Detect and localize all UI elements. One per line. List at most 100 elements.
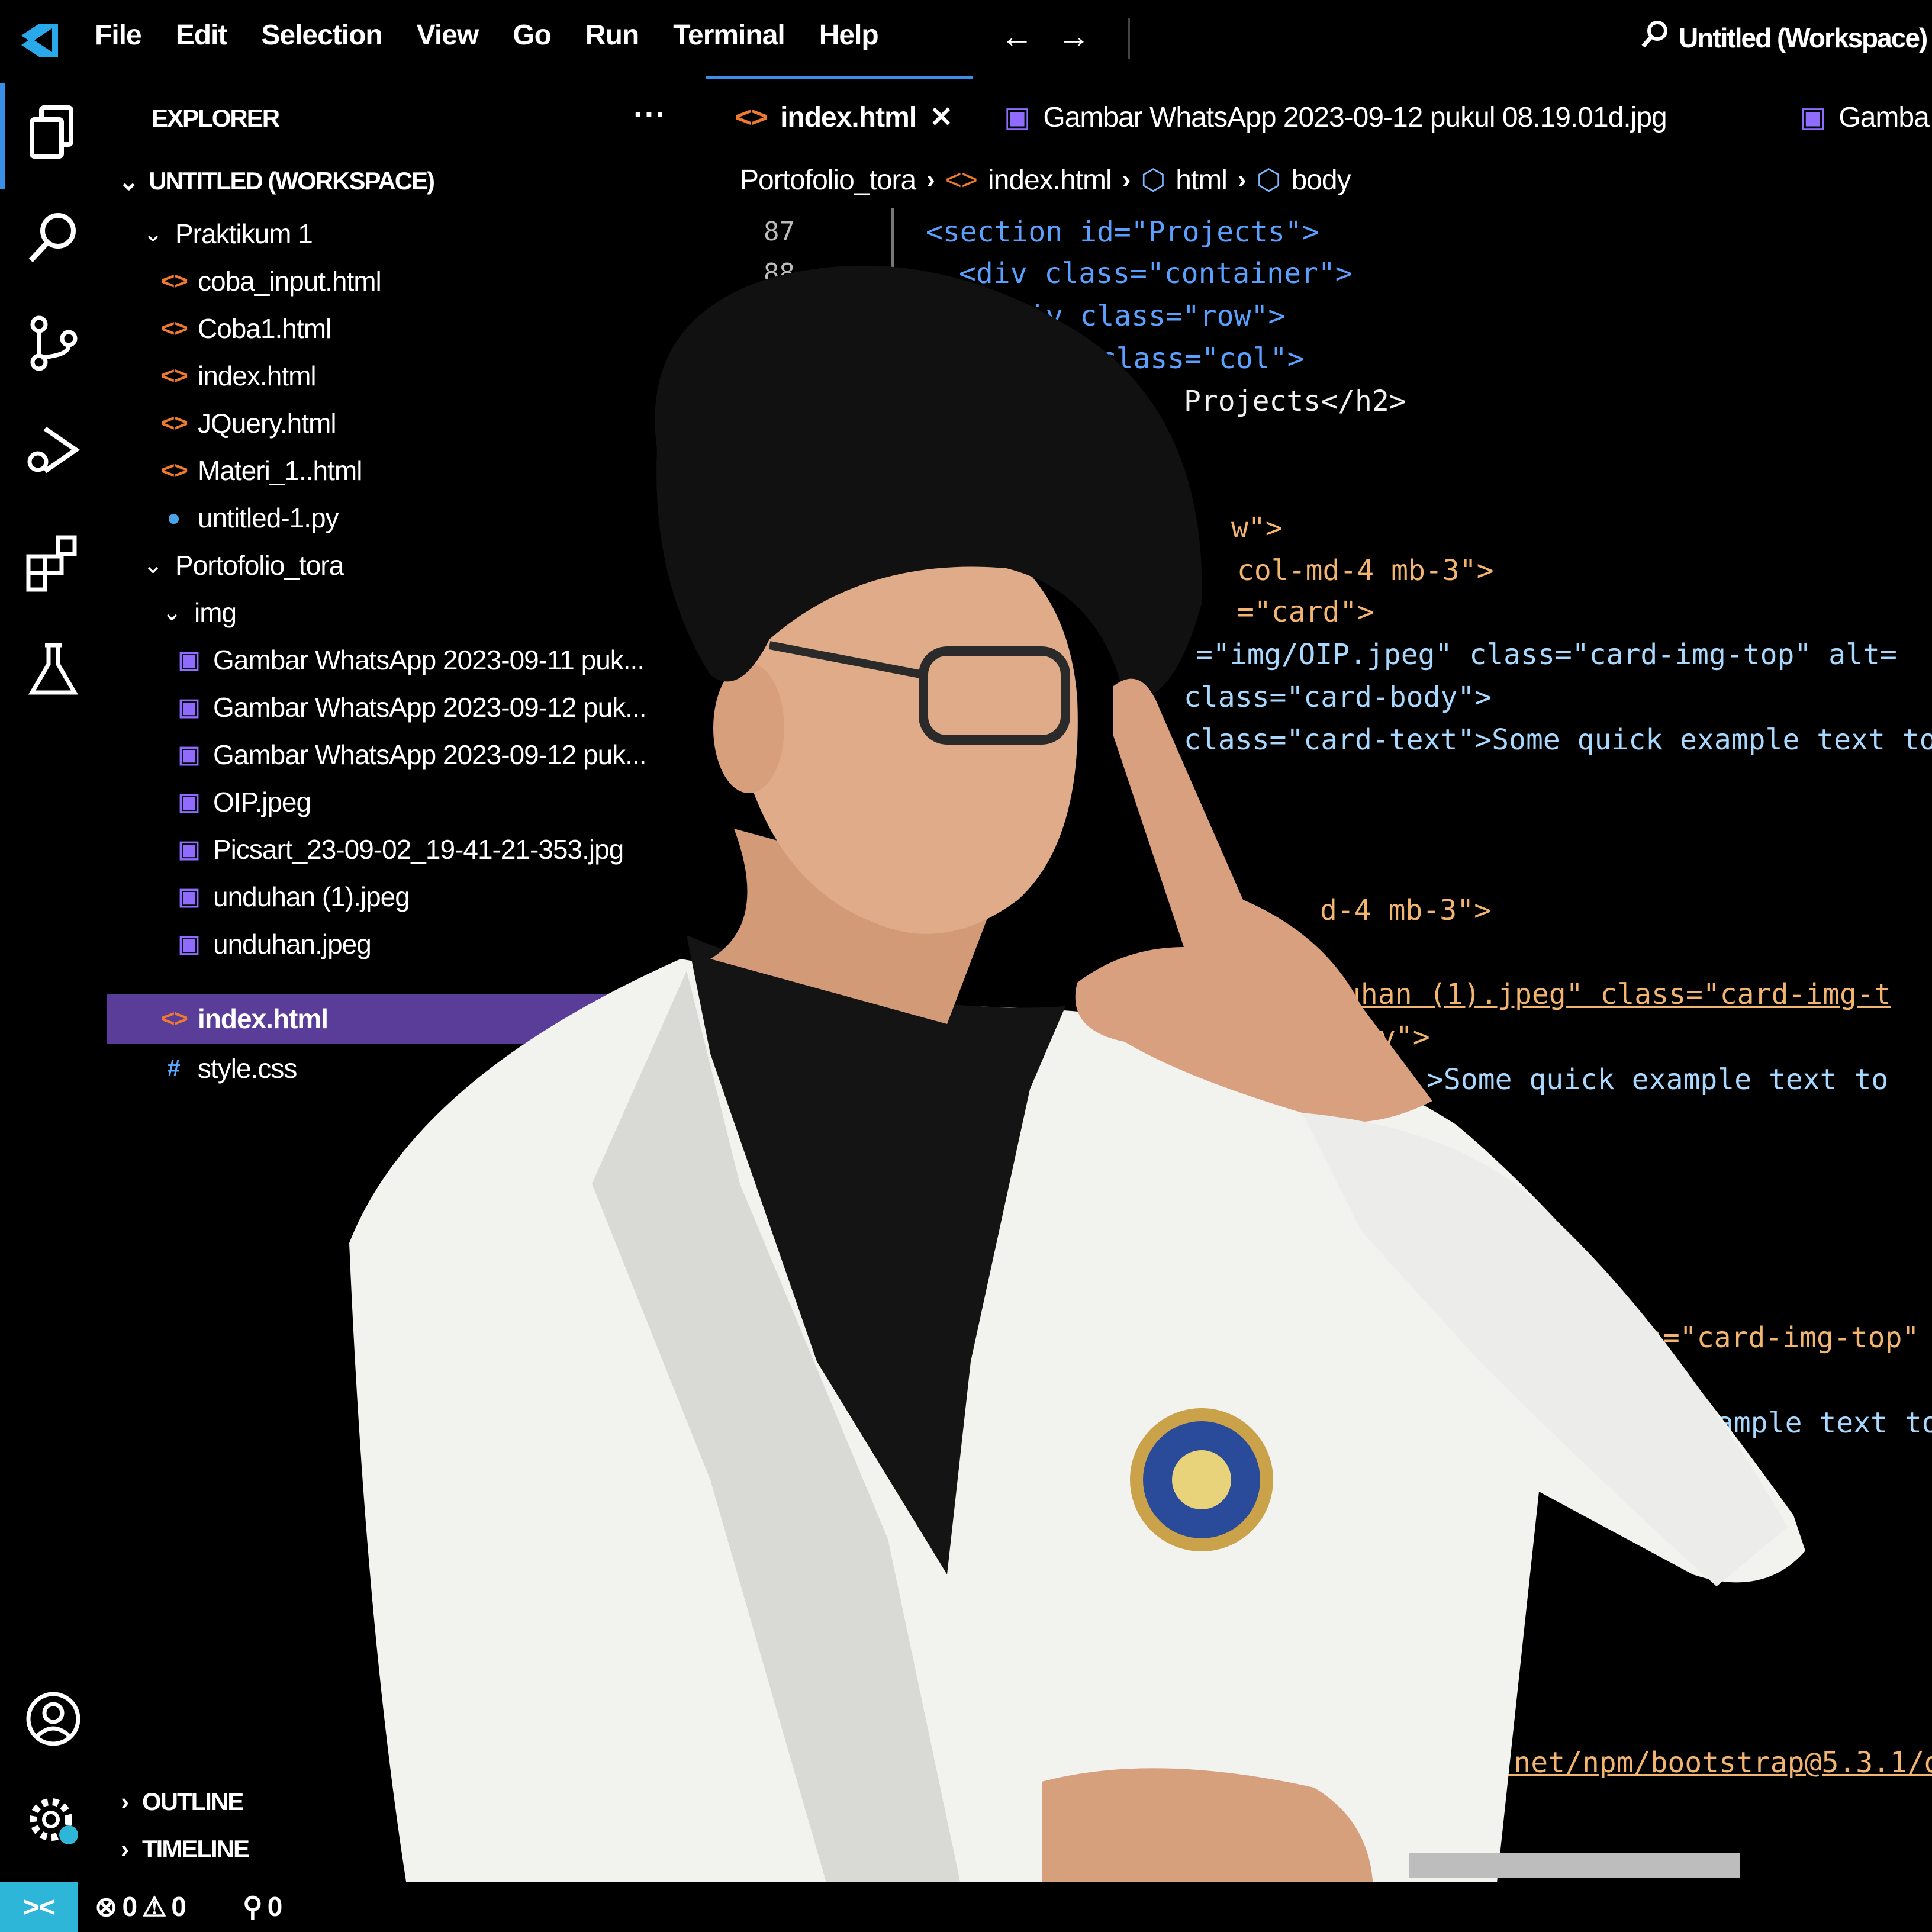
menu-file[interactable]: File [95, 19, 142, 51]
menu-go[interactable]: Go [513, 19, 552, 51]
tab-label: index.html [780, 101, 917, 133]
chevron-down-icon: ⌄ [162, 600, 182, 626]
radio-tower-icon: ⚲ [243, 1891, 263, 1922]
title-bar: File Edit Selection View Go Run Terminal… [0, 0, 1932, 83]
timeline-section[interactable]: › TIMELINE [121, 1835, 250, 1863]
code-line: dy"> [1361, 1020, 1430, 1054]
testing-flask-icon[interactable] [24, 639, 83, 698]
image-file-icon: ▣ [178, 789, 201, 815]
file-item-selected[interactable]: <> index.html [161, 999, 329, 1038]
search-icon [1640, 19, 1670, 56]
menu-terminal[interactable]: Terminal [673, 19, 785, 51]
timeline-label: TIMELINE [142, 1835, 250, 1863]
files-icon[interactable] [24, 102, 83, 161]
html-file-icon: <> [161, 457, 188, 484]
image-file-icon: ▣ [178, 836, 201, 862]
explorer-header: EXPLORER [152, 104, 280, 132]
active-view-indicator [0, 83, 5, 189]
line-number: 88 [764, 258, 795, 288]
code-line: <div class="row"> [994, 300, 1286, 333]
window-title: Untitled (Workspace) [1679, 22, 1928, 53]
image-file-item[interactable]: ▣ Picsart_23-09-02_19-41-21-353.jpg [176, 830, 624, 869]
menu-selection[interactable]: Selection [261, 19, 382, 51]
menu-bar: File Edit Selection View Go Run Terminal… [95, 19, 879, 51]
menu-run[interactable]: Run [585, 19, 639, 51]
html-file-icon: <> [161, 1005, 188, 1032]
outline-section[interactable]: › OUTLINE [121, 1788, 244, 1816]
file-label: JQuery.html [198, 408, 337, 439]
file-item[interactable]: <> coba_input.html [161, 262, 382, 301]
chevron-right-icon: › [121, 1788, 129, 1815]
element-cube-icon: ⬡ [1256, 165, 1281, 196]
python-file-icon: ● [166, 504, 181, 531]
menu-view[interactable]: View [417, 19, 479, 51]
image-file-item[interactable]: ▣ Gambar WhatsApp 2023-09-11 puk... [176, 640, 645, 680]
extensions-icon[interactable] [24, 533, 83, 592]
chevron-down-icon: ⌄ [118, 168, 139, 195]
code-line: col-md-4 mb-3"> [1237, 554, 1494, 587]
back-arrow-icon[interactable]: ← [1000, 17, 1033, 55]
breadcrumb-html[interactable]: html [1176, 164, 1228, 197]
folder-label: Praktikum 1 [175, 218, 313, 249]
image-file-icon: ▣ [1004, 102, 1031, 133]
error-count: 0 [122, 1891, 138, 1922]
image-file-item[interactable]: ▣ Gambar WhatsApp 2023-09-12 puk... [176, 735, 647, 774]
file-label: untitled-1.py [198, 503, 339, 533]
image-file-item[interactable]: ▣ unduhan.jpeg [176, 925, 372, 964]
file-label: index.html [198, 1003, 329, 1034]
tab-gambar-whatsapp[interactable]: ▣ Gambar WhatsApp 2023-09-12 pukul 08.19… [1004, 101, 1667, 134]
image-file-item[interactable]: ▣ OIP.jpeg [176, 783, 311, 822]
run-debug-icon[interactable] [24, 420, 83, 479]
forward-arrow-icon[interactable]: → [1057, 17, 1090, 55]
file-item[interactable]: <> Materi_1..html [161, 451, 362, 490]
settings-gear-icon[interactable] [24, 1790, 83, 1849]
file-label: style.css [198, 1053, 297, 1084]
tab-gamba[interactable]: ▣ Gamba [1799, 101, 1930, 134]
close-icon[interactable]: ✕ [929, 101, 953, 134]
file-item[interactable]: # style.css [161, 1049, 297, 1088]
line-number: 87 [764, 217, 795, 247]
html-file-icon: <> [161, 362, 188, 389]
code-line: class="card-text">Some quick example tex… [1184, 723, 1932, 756]
element-cube-icon: ⬡ [1141, 165, 1165, 196]
file-label: Gambar WhatsApp 2023-09-12 puk... [213, 692, 647, 723]
source-control-icon[interactable] [24, 314, 83, 373]
code-line: uhan (1).jpeg" class="card-img-t [1344, 978, 1891, 1011]
folder-portofolio-tora[interactable]: ⌄ Portofolio_tora [142, 546, 344, 585]
code-editor[interactable]: 87 88 <section id="Projects"> <div class… [710, 207, 1932, 1865]
chevron-down-icon: ⌄ [143, 221, 163, 247]
horizontal-scrollbar[interactable] [1409, 1853, 1740, 1878]
remote-indicator[interactable]: >< [0, 1882, 78, 1932]
menu-separator [1128, 18, 1130, 59]
account-icon[interactable] [24, 1689, 83, 1749]
more-actions-icon[interactable]: ··· [633, 95, 666, 133]
chevron-right-icon: › [926, 165, 935, 194]
breadcrumb-folder[interactable]: Portofolio_tora [740, 164, 916, 197]
breadcrumb-body[interactable]: body [1291, 164, 1351, 197]
problems-status[interactable]: ⊗ 0 ⚠ 0 [95, 1891, 186, 1923]
tab-index-html[interactable]: <> index.html ✕ [735, 101, 953, 134]
code-line: iv class="col"> [1048, 342, 1305, 375]
file-item[interactable]: <> Coba1.html [161, 309, 331, 348]
image-file-item[interactable]: ▣ Gambar WhatsApp 2023-09-12 puk... [176, 688, 647, 727]
chevron-right-icon: › [121, 1835, 129, 1863]
activity-bar [0, 83, 107, 1882]
indent-guide [891, 208, 894, 279]
menu-edit[interactable]: Edit [176, 19, 228, 51]
folder-praktikum-1[interactable]: ⌄ Praktikum 1 [142, 214, 313, 253]
warning-count: 0 [171, 1891, 186, 1922]
menu-help[interactable]: Help [819, 19, 879, 51]
workspace-folder[interactable]: ⌄ UNTITLED (WORKSPACE) [118, 167, 435, 196]
folder-img[interactable]: ⌄ img [161, 593, 237, 632]
file-item[interactable]: <> JQuery.html [161, 404, 337, 443]
css-file-icon: # [167, 1055, 180, 1081]
code-line: <div class="container"> [959, 257, 1353, 290]
ports-status[interactable]: ⚲ 0 [243, 1891, 282, 1923]
search-icon[interactable] [24, 207, 83, 266]
command-center[interactable]: Untitled (Workspace) [1640, 19, 1928, 56]
file-item[interactable]: ● untitled-1.py [161, 498, 339, 537]
image-file-item[interactable]: ▣ unduhan (1).jpeg [176, 877, 410, 916]
file-item[interactable]: <> index.html [161, 356, 317, 395]
editor-tabs: <> index.html ✕ ▣ Gambar WhatsApp 2023-0… [710, 83, 1932, 154]
breadcrumb-file[interactable]: index.html [988, 164, 1112, 197]
